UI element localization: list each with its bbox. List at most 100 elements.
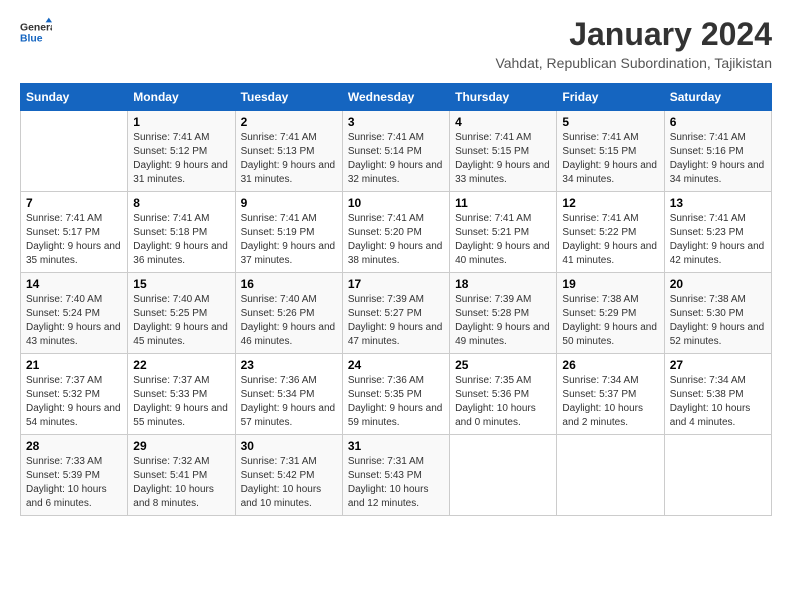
calendar-cell: 21Sunrise: 7:37 AMSunset: 5:32 PMDayligh… xyxy=(21,354,128,435)
calendar-cell: 15 Sunrise: 7:40 AMSunset: 5:25 PMDayligh… xyxy=(128,273,235,354)
calendar-cell xyxy=(21,111,128,192)
calendar-cell: 14 Sunrise: 7:40 AMSunset: 5:24 PMDayligh… xyxy=(21,273,128,354)
day-number: 5 xyxy=(562,115,658,129)
day-number: 3 xyxy=(348,115,444,129)
calendar-table: Sunday Monday Tuesday Wednesday Thursday… xyxy=(20,83,772,516)
calendar-cell: 5Sunrise: 7:41 AMSunset: 5:15 PMDaylight… xyxy=(557,111,664,192)
calendar-cell: 4 Sunrise: 7:41 AMSunset: 5:15 PMDaylight… xyxy=(450,111,557,192)
day-info: Sunrise: 7:41 AMSunset: 5:18 PMDaylight:… xyxy=(133,212,229,268)
calendar-cell: 20 Sunrise: 7:38 AMSunset: 5:30 PMDayligh… xyxy=(664,273,771,354)
day-info: Sunrise: 7:38 AMSunset: 5:29 PMDaylight:… xyxy=(562,293,658,349)
day-info: Sunrise: 7:40 AMSunset: 5:25 PMDaylight:… xyxy=(133,293,229,349)
day-number: 29 xyxy=(133,439,229,453)
calendar-cell: 12 Sunrise: 7:41 AMSunset: 5:22 PMDayligh… xyxy=(557,192,664,273)
day-number: 20 xyxy=(670,277,766,291)
day-number: 7 xyxy=(26,196,122,210)
day-info: Sunrise: 7:33 AMSunset: 5:39 PMDaylight:… xyxy=(26,455,122,511)
title-block: January 2024 Vahdat, Republican Subordin… xyxy=(495,16,772,71)
day-number: 17 xyxy=(348,277,444,291)
page-header: General Blue January 2024 Vahdat, Republ… xyxy=(20,16,772,71)
calendar-cell: 11Sunrise: 7:41 AMSunset: 5:21 PMDayligh… xyxy=(450,192,557,273)
day-info: Sunrise: 7:31 AMSunset: 5:42 PMDaylight:… xyxy=(241,455,337,511)
svg-text:Blue: Blue xyxy=(20,34,43,45)
day-info: Sunrise: 7:41 AMSunset: 5:12 PMDaylight:… xyxy=(133,131,229,187)
day-info: Sunrise: 7:32 AMSunset: 5:41 PMDaylight:… xyxy=(133,455,229,511)
day-info: Sunrise: 7:34 AMSunset: 5:38 PMDaylight:… xyxy=(670,374,766,430)
calendar-cell: 22 Sunrise: 7:37 AMSunset: 5:33 PMDayligh… xyxy=(128,354,235,435)
day-number: 27 xyxy=(670,358,766,372)
col-monday: Monday xyxy=(128,84,235,111)
col-friday: Friday xyxy=(557,84,664,111)
day-number: 23 xyxy=(241,358,337,372)
header-row: Sunday Monday Tuesday Wednesday Thursday… xyxy=(21,84,772,111)
day-info: Sunrise: 7:40 AMSunset: 5:24 PMDaylight:… xyxy=(26,293,122,349)
calendar-week-row: 28 Sunrise: 7:33 AMSunset: 5:39 PMDayligh… xyxy=(21,435,772,516)
calendar-cell: 7Sunrise: 7:41 AMSunset: 5:17 PMDaylight… xyxy=(21,192,128,273)
day-info: Sunrise: 7:41 AMSunset: 5:14 PMDaylight:… xyxy=(348,131,444,187)
day-info: Sunrise: 7:41 AMSunset: 5:15 PMDaylight:… xyxy=(455,131,551,187)
day-info: Sunrise: 7:36 AMSunset: 5:34 PMDaylight:… xyxy=(241,374,337,430)
day-info: Sunrise: 7:40 AMSunset: 5:26 PMDaylight:… xyxy=(241,293,337,349)
col-thursday: Thursday xyxy=(450,84,557,111)
col-sunday: Sunday xyxy=(21,84,128,111)
calendar-cell xyxy=(450,435,557,516)
calendar-cell: 31Sunrise: 7:31 AMSunset: 5:43 PMDayligh… xyxy=(342,435,449,516)
day-number: 24 xyxy=(348,358,444,372)
day-number: 26 xyxy=(562,358,658,372)
day-info: Sunrise: 7:39 AMSunset: 5:27 PMDaylight:… xyxy=(348,293,444,349)
day-info: Sunrise: 7:37 AMSunset: 5:33 PMDaylight:… xyxy=(133,374,229,430)
day-number: 8 xyxy=(133,196,229,210)
calendar-cell: 2Sunrise: 7:41 AMSunset: 5:13 PMDaylight… xyxy=(235,111,342,192)
day-info: Sunrise: 7:41 AMSunset: 5:23 PMDaylight:… xyxy=(670,212,766,268)
day-number: 13 xyxy=(670,196,766,210)
day-number: 11 xyxy=(455,196,551,210)
calendar-cell: 25Sunrise: 7:35 AMSunset: 5:36 PMDayligh… xyxy=(450,354,557,435)
calendar-week-row: 21Sunrise: 7:37 AMSunset: 5:32 PMDayligh… xyxy=(21,354,772,435)
calendar-cell: 29 Sunrise: 7:32 AMSunset: 5:41 PMDayligh… xyxy=(128,435,235,516)
day-number: 10 xyxy=(348,196,444,210)
calendar-cell: 13 Sunrise: 7:41 AMSunset: 5:23 PMDayligh… xyxy=(664,192,771,273)
day-number: 1 xyxy=(133,115,229,129)
day-info: Sunrise: 7:36 AMSunset: 5:35 PMDaylight:… xyxy=(348,374,444,430)
day-number: 31 xyxy=(348,439,444,453)
day-number: 22 xyxy=(133,358,229,372)
day-number: 4 xyxy=(455,115,551,129)
calendar-cell xyxy=(557,435,664,516)
calendar-cell xyxy=(664,435,771,516)
day-number: 18 xyxy=(455,277,551,291)
day-info: Sunrise: 7:41 AMSunset: 5:19 PMDaylight:… xyxy=(241,212,337,268)
day-number: 19 xyxy=(562,277,658,291)
calendar-cell: 8 Sunrise: 7:41 AMSunset: 5:18 PMDaylight… xyxy=(128,192,235,273)
day-info: Sunrise: 7:38 AMSunset: 5:30 PMDaylight:… xyxy=(670,293,766,349)
day-info: Sunrise: 7:35 AMSunset: 5:36 PMDaylight:… xyxy=(455,374,551,430)
month-title: January 2024 xyxy=(495,16,772,53)
subtitle: Vahdat, Republican Subordination, Tajiki… xyxy=(495,55,772,71)
calendar-cell: 27 Sunrise: 7:34 AMSunset: 5:38 PMDayligh… xyxy=(664,354,771,435)
calendar-cell: 9Sunrise: 7:41 AMSunset: 5:19 PMDaylight… xyxy=(235,192,342,273)
day-number: 15 xyxy=(133,277,229,291)
calendar-week-row: 7Sunrise: 7:41 AMSunset: 5:17 PMDaylight… xyxy=(21,192,772,273)
day-info: Sunrise: 7:41 AMSunset: 5:16 PMDaylight:… xyxy=(670,131,766,187)
calendar-cell: 10 Sunrise: 7:41 AMSunset: 5:20 PMDayligh… xyxy=(342,192,449,273)
col-tuesday: Tuesday xyxy=(235,84,342,111)
calendar-cell: 23 Sunrise: 7:36 AMSunset: 5:34 PMDayligh… xyxy=(235,354,342,435)
day-number: 30 xyxy=(241,439,337,453)
day-info: Sunrise: 7:41 AMSunset: 5:22 PMDaylight:… xyxy=(562,212,658,268)
svg-text:General: General xyxy=(20,22,52,33)
calendar-cell: 3 Sunrise: 7:41 AMSunset: 5:14 PMDaylight… xyxy=(342,111,449,192)
calendar-cell: 28 Sunrise: 7:33 AMSunset: 5:39 PMDayligh… xyxy=(21,435,128,516)
day-number: 12 xyxy=(562,196,658,210)
col-saturday: Saturday xyxy=(664,84,771,111)
calendar-cell: 1 Sunrise: 7:41 AMSunset: 5:12 PMDaylight… xyxy=(128,111,235,192)
calendar-cell: 26Sunrise: 7:34 AMSunset: 5:37 PMDayligh… xyxy=(557,354,664,435)
day-info: Sunrise: 7:39 AMSunset: 5:28 PMDaylight:… xyxy=(455,293,551,349)
calendar-cell: 24 Sunrise: 7:36 AMSunset: 5:35 PMDayligh… xyxy=(342,354,449,435)
calendar-cell: 19 Sunrise: 7:38 AMSunset: 5:29 PMDayligh… xyxy=(557,273,664,354)
calendar-cell: 16Sunrise: 7:40 AMSunset: 5:26 PMDayligh… xyxy=(235,273,342,354)
day-info: Sunrise: 7:41 AMSunset: 5:20 PMDaylight:… xyxy=(348,212,444,268)
logo: General Blue xyxy=(20,16,52,48)
day-number: 14 xyxy=(26,277,122,291)
calendar-week-row: 1 Sunrise: 7:41 AMSunset: 5:12 PMDaylight… xyxy=(21,111,772,192)
day-number: 28 xyxy=(26,439,122,453)
day-info: Sunrise: 7:37 AMSunset: 5:32 PMDaylight:… xyxy=(26,374,122,430)
